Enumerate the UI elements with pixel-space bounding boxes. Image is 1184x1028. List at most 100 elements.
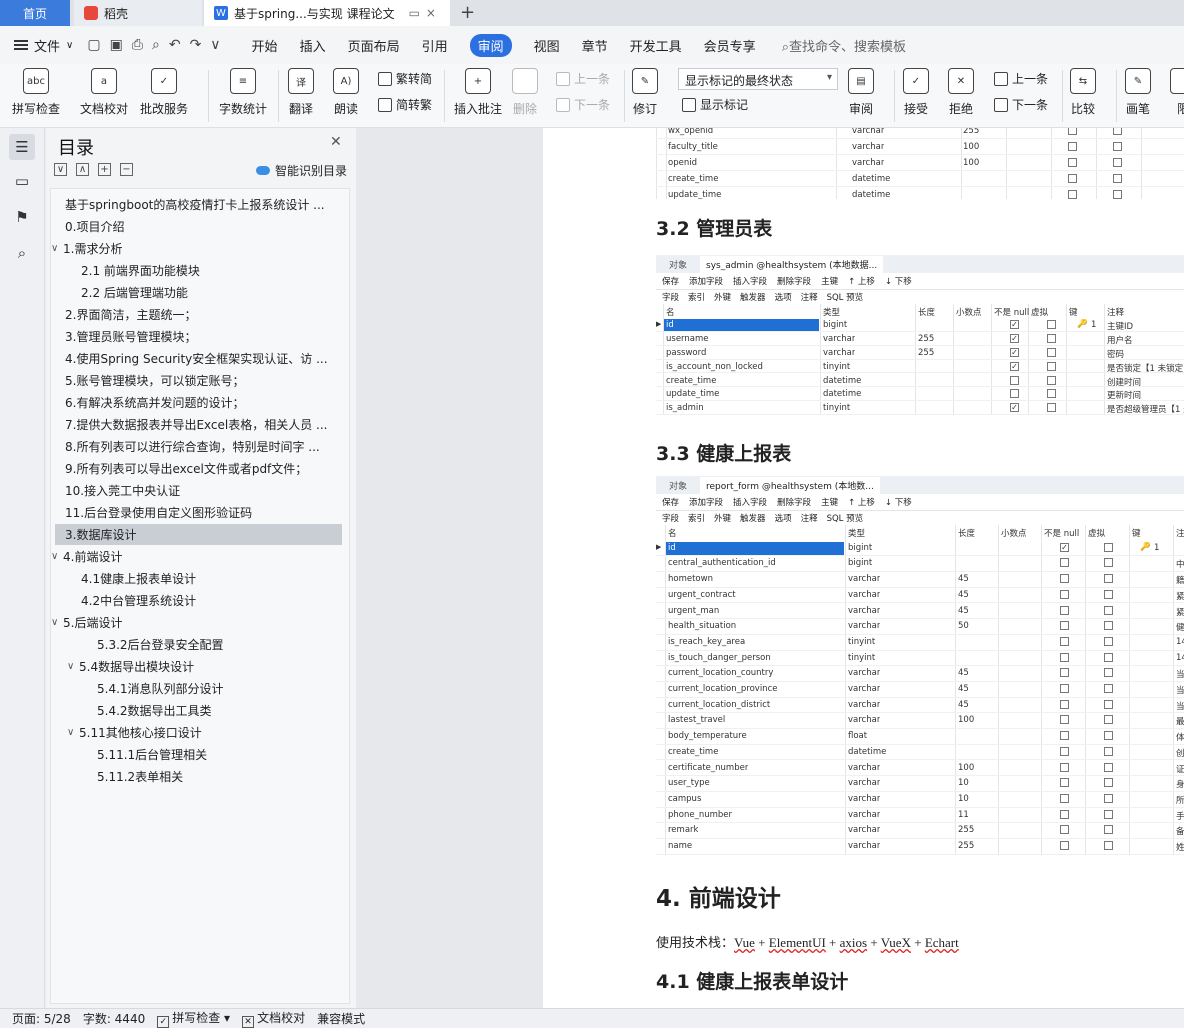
menu-tab[interactable]: 章节 [582, 36, 608, 55]
navigation-icon[interactable]: ▭ [9, 168, 35, 194]
compare-button[interactable]: ⇆ 比较 [1070, 68, 1096, 117]
toc-item[interactable]: 10.接入莞工中央认证 [65, 480, 347, 501]
quick-access-icons[interactable]: ▢▣⎙⌕↶↷∨ [87, 37, 229, 53]
delete-comment-icon [512, 68, 538, 94]
menu-tab[interactable]: 开始 [252, 36, 278, 55]
toc-item[interactable]: 基于springboot的高校疫情打卡上报系统设计 ... [65, 194, 347, 215]
bookmark-icon[interactable]: ⚑ [9, 204, 35, 230]
markup-state-select[interactable]: 显示标记的最终状态 [678, 68, 838, 90]
prev-change-button[interactable]: 上一条 [994, 70, 1048, 87]
insert-comment-label: 插入批注 [454, 102, 503, 116]
chevron-down-icon[interactable]: ∨ [67, 661, 79, 672]
menu-tab[interactable]: 审阅 [469, 33, 512, 57]
chevron-down-icon[interactable]: ∨ [51, 551, 63, 562]
simp-to-trad-button[interactable]: 简转繁 [378, 96, 432, 113]
menu-tab[interactable]: 引用 [422, 36, 448, 55]
status-doc-check[interactable]: ✕ 文档校对 [242, 1009, 305, 1028]
checkbox-icon [1047, 375, 1056, 385]
toc-item[interactable]: ∨ 5.11其他核心接口设计 [67, 722, 347, 743]
collapse-all-icon[interactable]: ∨ [54, 163, 67, 176]
plus-sign: + [825, 935, 840, 950]
track-changes-button[interactable]: ✎ 修订 [632, 68, 658, 117]
command-search[interactable]: ⌕查找命令、搜索模板 [782, 36, 906, 55]
chevron-down-icon[interactable]: ∨ [51, 243, 63, 254]
chevron-down-icon[interactable]: ∨ [51, 617, 63, 628]
toc-item[interactable]: 4.2中台管理系统设计 [81, 590, 347, 611]
doc-check-button[interactable]: a 文档校对 [80, 68, 128, 117]
table-cell: urgent_man [668, 605, 720, 616]
toc-item[interactable]: 3.管理员账号管理模块； [65, 326, 347, 347]
next-comment-button[interactable]: 下一条 [556, 96, 610, 113]
restrict-button[interactable]: 限 [1170, 68, 1184, 117]
toc-item[interactable]: 5.4.1消息队列部分设计 [97, 678, 347, 699]
toc-item[interactable]: 3.数据库设计 [55, 524, 342, 545]
toc-item[interactable]: ∨ 4.前端设计 [51, 546, 347, 567]
toc-item[interactable]: 11.后台登录使用自定义图形验证码 [65, 502, 347, 523]
review-pane-button[interactable]: ▤ 审阅 [848, 68, 874, 117]
status-spell-check[interactable]: ✓ 拼写检查 ▾ [157, 1009, 230, 1028]
add-heading-icon[interactable]: + [98, 163, 111, 176]
toc-item[interactable]: 2.2 后端管理端功能 [81, 282, 347, 303]
menu-tab[interactable]: 会员专享 [704, 36, 756, 55]
remove-heading-icon[interactable]: − [120, 163, 133, 176]
new-tab-button[interactable]: + [460, 2, 475, 23]
toc-item[interactable]: 4.1健康上报表单设计 [81, 568, 347, 589]
shot-subtab: 字段 [662, 293, 680, 303]
page-indicator[interactable]: 页面: 5/28 [12, 1010, 71, 1027]
next-change-button[interactable]: 下一条 [994, 96, 1048, 113]
toc-item[interactable]: 7.提供大数据报表并导出Excel表格，相关人员 ... [65, 414, 347, 435]
revise-service-button[interactable]: ✓ 批改服务 [140, 68, 188, 117]
menu-tab[interactable]: 插入 [300, 36, 326, 55]
menu-tab[interactable]: 开发工具 [630, 36, 682, 55]
translate-button[interactable]: 译翻译 [288, 68, 314, 117]
file-menu[interactable]: 文件 ∨ [14, 36, 73, 55]
read-aloud-button[interactable]: A) 朗读 [333, 68, 359, 117]
selected-cell[interactable] [666, 541, 844, 556]
trad-to-simp-button[interactable]: 繁转简 [378, 70, 432, 87]
toc-item[interactable]: 5.4.2数据导出工具类 [97, 700, 347, 721]
delete-comment-button[interactable]: 删除 [512, 68, 538, 117]
pen-button[interactable]: ✎ 画笔 [1125, 68, 1151, 117]
selected-cell[interactable] [664, 318, 819, 331]
tab-document[interactable]: W 基于spring...与实现 课程论文 ▭× [204, 0, 450, 26]
toc-item[interactable]: ∨ 5.4数据导出模块设计 [67, 656, 347, 677]
word-count-indicator[interactable]: 字数: 4440 [83, 1010, 145, 1027]
toc-item[interactable]: 0.项目介绍 [65, 216, 347, 237]
prev-comment-button[interactable]: 上一条 [556, 70, 610, 87]
tab-daoke[interactable]: 稻壳 [74, 0, 202, 26]
toc-item[interactable]: 5.账号管理模块，可以锁定账号； [65, 370, 347, 391]
spell-check-button[interactable]: abc 拼写检查 [12, 68, 60, 117]
pen-icon: ✎ [1125, 68, 1151, 94]
toc-item[interactable]: 5.11.1后台管理相关 [97, 744, 347, 765]
expand-all-icon[interactable]: ∧ [76, 163, 89, 176]
checkbox-icon [1104, 731, 1113, 741]
toc-item[interactable]: 2.1 前端界面功能模块 [81, 260, 347, 281]
toc-item[interactable]: 4.使用Spring Security安全框架实现认证、访 ... [65, 348, 347, 369]
accept-button[interactable]: ✓ 接受 [903, 68, 929, 117]
tab-close-icon[interactable]: ▭× [409, 6, 442, 20]
toc-item[interactable]: 9.所有列表可以导出excel文件或者pdf文件； [65, 458, 347, 479]
toc-panel-icon[interactable]: ☰ [9, 134, 35, 160]
toc-item[interactable]: 8.所有列表可以进行综合查询，特别是时间字 ... [65, 436, 347, 457]
search-icon[interactable]: ⌕ [9, 240, 35, 266]
insert-comment-button[interactable]: + 插入批注 [454, 68, 502, 117]
reject-button[interactable]: ✕ 拒绝 [948, 68, 974, 117]
checkbox-icon [1060, 668, 1069, 678]
menu-tab[interactable]: 页面布局 [348, 36, 400, 55]
toc-item[interactable]: 2.界面简洁，主题统一； [65, 304, 347, 325]
checkbox-icon [1104, 793, 1113, 803]
chevron-down-icon[interactable]: ∨ [67, 727, 79, 738]
toc-item[interactable]: ∨ 5.后端设计 [51, 612, 347, 633]
toc-item[interactable]: 5.3.2后台登录安全配置 [97, 634, 347, 655]
smart-toc-button[interactable]: 智能识别目录 [256, 162, 347, 179]
menu-tab[interactable]: 视图 [534, 36, 560, 55]
close-icon[interactable]: ✕ [330, 134, 342, 150]
toc-item[interactable]: ∨ 1.需求分析 [51, 238, 347, 259]
table-cell: 100 [958, 762, 975, 773]
word-count-button[interactable]: ≡ 字数统计 [219, 68, 267, 117]
toc-item[interactable]: 5.11.2表单相关 [97, 766, 347, 787]
checkbox-icon [1060, 605, 1069, 615]
toc-item[interactable]: 6.有解决系统高并发问题的设计； [65, 392, 347, 413]
show-markup-button[interactable]: 显示标记 [682, 96, 748, 113]
tab-home[interactable]: 首页 [0, 0, 70, 26]
